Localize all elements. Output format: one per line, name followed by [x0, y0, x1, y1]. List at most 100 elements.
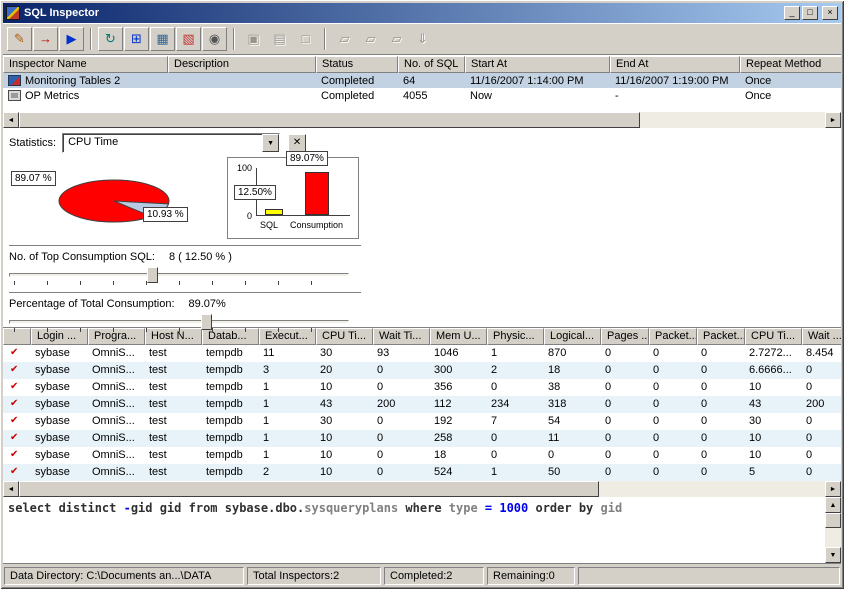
scroll-thumb[interactable] — [19, 112, 640, 128]
grid-cell: 0 — [649, 379, 697, 396]
statistics-combo-value: CPU Time — [63, 134, 262, 152]
scroll-right-button[interactable]: ► — [825, 481, 841, 497]
inspector-col-header[interactable]: Status — [316, 56, 398, 73]
row-check-icon[interactable]: ✔ — [3, 413, 31, 430]
scroll-thumb[interactable] — [19, 481, 599, 497]
sql-preview: select distinct -gid gid from sybase.dbo… — [3, 497, 841, 564]
sql-token: gid gid — [131, 501, 189, 515]
print-preview-icon: □ — [302, 32, 310, 45]
top-sql-slider[interactable] — [9, 266, 349, 288]
maximize-icon: □ — [803, 7, 817, 18]
divider — [9, 292, 361, 294]
grid-row[interactable]: ✔sybaseOmniS...testtempdb143200112234318… — [3, 396, 841, 413]
grid-row[interactable]: ✔sybaseOmniS...testtempdb32003002180006.… — [3, 362, 841, 379]
grid-row[interactable]: ✔sybaseOmniS...testtempdb11001800000100 — [3, 447, 841, 464]
grid-row[interactable]: ✔sybaseOmniS...testtempdb113093104618700… — [3, 345, 841, 362]
view-inspector-button[interactable]: → — [33, 27, 58, 51]
grid-row[interactable]: ✔sybaseOmniS...testtempdb110035603800010… — [3, 379, 841, 396]
row-check-icon[interactable]: ✔ — [3, 396, 31, 413]
grid-cell: OmniS... — [88, 430, 145, 447]
inspector-row[interactable]: Monitoring Tables 2Completed6411/16/2007… — [3, 73, 841, 88]
grid-row[interactable]: ✔sybaseOmniS...testtempdb110025801100010… — [3, 430, 841, 447]
inspector-cell: Completed — [316, 73, 398, 88]
grid-cell: 1 — [259, 379, 316, 396]
grid-cell: sybase — [31, 464, 88, 481]
grid-cell: 0 — [649, 362, 697, 379]
inspector-col-header[interactable]: Repeat Method — [740, 56, 841, 73]
close-statistics-button[interactable]: ✕ — [288, 134, 306, 152]
grid-cell: 0 — [373, 464, 430, 481]
inspector-cell: 11/16/2007 1:19:00 PM — [610, 73, 740, 88]
slider-track[interactable] — [9, 320, 349, 324]
inspector-col-header[interactable]: No. of SQL — [398, 56, 465, 73]
combo-dropdown-button[interactable]: ▼ — [262, 134, 279, 152]
sql-bar — [265, 209, 283, 215]
grid-hscrollbar[interactable]: ◄ ► — [3, 481, 841, 497]
grid-cell: sybase — [31, 396, 88, 413]
app-icon[interactable] — [6, 6, 20, 20]
inspector-col-header[interactable]: Inspector Name — [3, 56, 168, 73]
inspector-hscrollbar[interactable]: ◄ ► — [3, 112, 841, 128]
grid-row[interactable]: ✔sybaseOmniS...testtempdb210052415000050 — [3, 464, 841, 481]
grid-cell: test — [145, 464, 202, 481]
scroll-track[interactable] — [825, 513, 841, 547]
inspector-row[interactable]: OP MetricsCompleted4055Now-Once — [3, 88, 841, 103]
grid-cell: tempdb — [202, 345, 259, 362]
scroll-thumb[interactable] — [825, 513, 841, 528]
scroll-down-button[interactable]: ▼ — [825, 547, 841, 563]
sql-text[interactable]: select distinct -gid gid from sybase.dbo… — [3, 497, 825, 563]
scroll-right-button[interactable]: ► — [825, 112, 841, 128]
minimize-button[interactable]: _ — [784, 6, 800, 20]
row-check-icon[interactable]: ✔ — [3, 362, 31, 379]
grid-col-header[interactable]: Packet... — [649, 328, 697, 345]
grid-cell: OmniS... — [88, 362, 145, 379]
close-button[interactable]: × — [822, 6, 838, 20]
row-check-icon[interactable]: ✔ — [3, 430, 31, 447]
scroll-left-button[interactable]: ◄ — [3, 112, 19, 128]
grid-cell: 0 — [649, 447, 697, 464]
pct-consumption-slider[interactable] — [9, 313, 349, 335]
grid-cell: 2 — [259, 464, 316, 481]
row-check-icon[interactable]: ✔ — [3, 447, 31, 464]
grid-col-header[interactable]: Wait Ti... — [373, 328, 430, 345]
row-check-icon[interactable]: ✔ — [3, 379, 31, 396]
close-icon: × — [823, 7, 837, 18]
grid-view-button[interactable]: ▦ — [150, 27, 175, 51]
refresh-button[interactable]: ↻ — [98, 27, 123, 51]
maximize-button[interactable]: □ — [802, 6, 818, 20]
row-check-icon[interactable]: ✔ — [3, 345, 31, 362]
inspector-col-header[interactable]: End At — [610, 56, 740, 73]
chevron-down-icon: ▼ — [267, 140, 274, 147]
grid-col-header[interactable]: Mem U... — [430, 328, 487, 345]
grid-row[interactable]: ✔sybaseOmniS...testtempdb130019275400030… — [3, 413, 841, 430]
slider-track[interactable] — [9, 273, 349, 277]
status-section: Total Inspectors:2 — [247, 567, 381, 585]
scroll-track[interactable] — [19, 481, 825, 497]
refresh-icon: ↻ — [105, 32, 116, 45]
grid-col-header[interactable]: Physic... — [487, 328, 544, 345]
grid-cell: 0 — [802, 430, 841, 447]
inspector-col-header[interactable]: Start At — [465, 56, 610, 73]
grid-col-header[interactable]: CPU Ti... — [745, 328, 802, 345]
sql-token: select distinct — [8, 501, 124, 515]
snapshot-button[interactable]: ◉ — [202, 27, 227, 51]
grid-col-header[interactable]: Pages ... — [601, 328, 649, 345]
pie-chart: 89.07 % 10.93 % — [9, 157, 227, 241]
sql-vscrollbar[interactable]: ▲ ▼ — [825, 497, 841, 563]
statistics-combo[interactable]: CPU Time ▼ — [62, 133, 280, 153]
add-grid-button[interactable]: ⊞ — [124, 27, 149, 51]
scroll-track[interactable] — [19, 112, 825, 128]
chart-view-button[interactable]: ▧ — [176, 27, 201, 51]
grid-col-header[interactable]: Wait ... — [802, 328, 841, 345]
run-inspector-button[interactable]: ▶ — [59, 27, 84, 51]
new-inspector-button[interactable]: ✎ — [7, 27, 32, 51]
results-grid: Login ...Progra...Host N...Datab...Execu… — [3, 328, 841, 481]
inspector-col-header[interactable]: Description — [168, 56, 316, 73]
grid-cell: 10 — [745, 447, 802, 464]
scroll-up-button[interactable]: ▲ — [825, 497, 841, 513]
row-check-icon[interactable]: ✔ — [3, 464, 31, 481]
scroll-left-button[interactable]: ◄ — [3, 481, 19, 497]
grid-col-header[interactable]: Packet... — [697, 328, 745, 345]
grid-cell: 258 — [430, 430, 487, 447]
grid-col-header[interactable]: Logical... — [544, 328, 601, 345]
